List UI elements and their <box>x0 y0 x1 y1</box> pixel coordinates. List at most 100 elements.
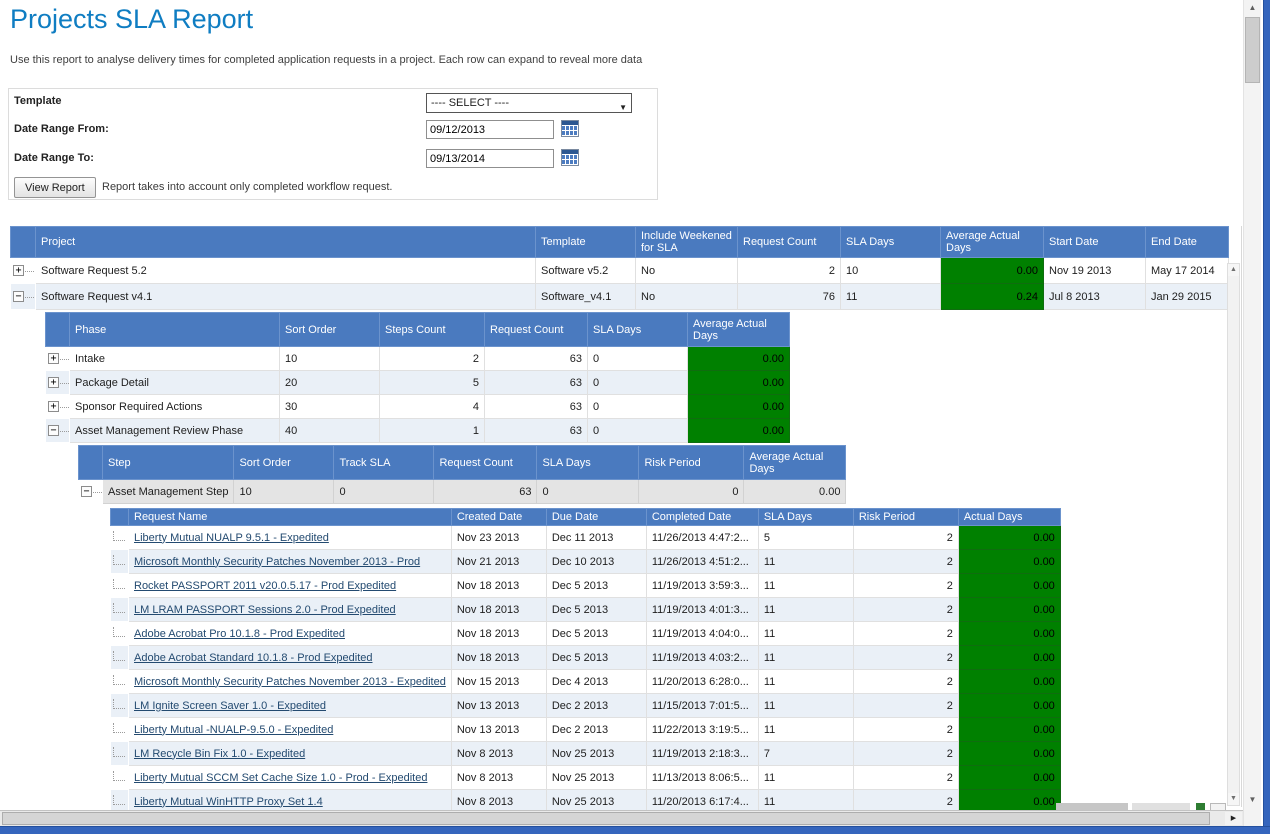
column-header[interactable]: Due Date <box>546 509 646 526</box>
column-header[interactable]: Track SLA <box>334 446 434 480</box>
cell-actual: 0.00 <box>958 622 1060 646</box>
request-link[interactable]: Microsoft Monthly Security Patches Novem… <box>134 556 420 568</box>
expand-cell: − <box>11 284 36 310</box>
column-header[interactable]: Average Actual Days <box>744 446 846 480</box>
column-header[interactable]: Created Date <box>451 509 546 526</box>
project-table: ProjectTemplateInclude Weekened for SLAR… <box>10 226 1229 310</box>
column-header[interactable]: Start Date <box>1044 227 1146 258</box>
date-from-input[interactable] <box>426 120 554 139</box>
cell-actual: 0.00 <box>958 670 1060 694</box>
request-link[interactable]: Liberty Mutual SCCM Set Cache Size 1.0 -… <box>134 772 427 784</box>
scroll-up-icon[interactable]: ▲ <box>1228 264 1239 276</box>
column-header[interactable]: Sort Order <box>280 313 380 347</box>
column-header[interactable]: SLA Days <box>537 446 639 480</box>
collapse-icon[interactable]: − <box>13 291 24 302</box>
cell-sla: 5 <box>758 526 853 550</box>
phase-row: −Asset Management Review Phase4016300.00 <box>46 419 790 443</box>
date-to-input[interactable] <box>426 149 554 168</box>
expand-icon[interactable]: + <box>48 377 59 388</box>
expand-icon[interactable]: + <box>48 353 59 364</box>
column-header[interactable]: SLA Days <box>588 313 688 347</box>
request-link[interactable]: LM Ignite Screen Saver 1.0 - Expedited <box>134 700 326 712</box>
column-header[interactable]: Template <box>536 227 636 258</box>
cell-name: LM LRAM PASSPORT Sessions 2.0 - Prod Exp… <box>129 598 452 622</box>
vertical-scrollbar-thumb[interactable] <box>1245 17 1260 83</box>
scroll-down-icon[interactable]: ▼ <box>1244 792 1261 808</box>
report-note: Report takes into account only completed… <box>102 181 392 193</box>
cell-name: LM Ignite Screen Saver 1.0 - Expedited <box>129 694 452 718</box>
date-from-calendar-button[interactable] <box>561 120 579 137</box>
request-link[interactable]: Adobe Acrobat Standard 10.1.8 - Prod Exp… <box>134 652 373 664</box>
cell-sort: 30 <box>280 395 380 419</box>
scroll-down-icon[interactable]: ▼ <box>1228 793 1239 805</box>
cell-name: Liberty Mutual -NUALP-9.5.0 - Expedited <box>129 718 452 742</box>
column-header[interactable]: SLA Days <box>758 509 853 526</box>
expand-cell <box>111 718 129 742</box>
view-report-button[interactable]: View Report <box>14 177 96 198</box>
column-header[interactable]: Request Count <box>485 313 588 347</box>
expand-icon[interactable]: + <box>13 265 24 276</box>
cell-sla_days: 11 <box>841 284 941 310</box>
date-to-calendar-button[interactable] <box>561 149 579 166</box>
horizontal-scrollbar[interactable]: ▶ <box>0 810 1243 826</box>
column-header[interactable]: Include Weekened for SLA <box>636 227 738 258</box>
cell-weekend: No <box>636 284 738 310</box>
request-link[interactable]: LM LRAM PASSPORT Sessions 2.0 - Prod Exp… <box>134 604 396 616</box>
cell-risk: 2 <box>853 574 958 598</box>
request-link[interactable]: Liberty Mutual NUALP 9.5.1 - Expedited <box>134 532 329 544</box>
cell-steps: 4 <box>380 395 485 419</box>
request-link[interactable]: Microsoft Monthly Security Patches Novem… <box>134 676 446 688</box>
column-header[interactable]: Average Actual Days <box>688 313 790 347</box>
scroll-right-icon[interactable]: ▶ <box>1225 812 1242 825</box>
cell-avg: 0.00 <box>688 371 790 395</box>
cell-sla: 0 <box>588 395 688 419</box>
request-link[interactable]: Rocket PASSPORT 2011 v20.0.5.17 - Prod E… <box>134 580 396 592</box>
project-row: +Software Request 5.2Software v5.2No2100… <box>11 258 1229 284</box>
column-header[interactable]: Sort Order <box>234 446 334 480</box>
collapse-icon[interactable]: − <box>48 425 59 436</box>
expand-cell <box>111 526 129 550</box>
request-link[interactable]: LM Recycle Bin Fix 1.0 - Expedited <box>134 748 305 760</box>
column-header[interactable]: Request Count <box>434 446 537 480</box>
cell-steps: 2 <box>380 347 485 371</box>
expand-cell <box>111 742 129 766</box>
scroll-up-icon[interactable]: ▲ <box>1244 0 1261 16</box>
leaf-node-icon <box>113 699 125 709</box>
step-level: StepSort OrderTrack SLARequest CountSLA … <box>78 445 1241 814</box>
cell-requests: 63 <box>485 419 588 443</box>
leaf-node-icon <box>113 795 125 805</box>
page-vertical-scrollbar[interactable]: ▲ ▼ <box>1243 0 1261 826</box>
column-header[interactable]: SLA Days <box>841 227 941 258</box>
cell-request_count: 2 <box>738 258 841 284</box>
template-select[interactable]: ---- SELECT ---- ▼ <box>426 93 632 113</box>
cell-end: May 17 2014 <box>1146 258 1229 284</box>
request-link[interactable]: Adobe Acrobat Pro 10.1.8 - Prod Expedite… <box>134 628 345 640</box>
request-link[interactable]: Liberty Mutual -NUALP-9.5.0 - Expedited <box>134 724 333 736</box>
column-header[interactable]: Completed Date <box>646 509 758 526</box>
column-header[interactable]: Request Count <box>738 227 841 258</box>
cell-due: Dec 5 2013 <box>546 622 646 646</box>
column-header[interactable]: Actual Days <box>958 509 1060 526</box>
column-header[interactable]: Phase <box>70 313 280 347</box>
collapse-icon[interactable]: − <box>81 486 92 497</box>
column-header[interactable]: Risk Period <box>639 446 744 480</box>
column-header[interactable]: Step <box>103 446 234 480</box>
column-header[interactable]: Steps Count <box>380 313 485 347</box>
cell-due: Nov 25 2013 <box>546 742 646 766</box>
cell-request_count: 76 <box>738 284 841 310</box>
cell-name: LM Recycle Bin Fix 1.0 - Expedited <box>129 742 452 766</box>
column-header[interactable]: Average Actual Days <box>941 227 1044 258</box>
cell-end: Jan 29 2015 <box>1146 284 1229 310</box>
column-header[interactable]: End Date <box>1146 227 1229 258</box>
cell-sla: 11 <box>758 718 853 742</box>
request-link[interactable]: Liberty Mutual WinHTTP Proxy Set 1.4 <box>134 796 323 808</box>
window-border-right <box>1263 0 1270 834</box>
cell-name: Microsoft Monthly Security Patches Novem… <box>129 550 452 574</box>
column-header[interactable]: Request Name <box>129 509 452 526</box>
cell-completed: 11/19/2013 4:04:0... <box>646 622 758 646</box>
grid-vertical-scrollbar[interactable]: ▲ ▼ <box>1227 263 1240 806</box>
expand-icon[interactable]: + <box>48 401 59 412</box>
horizontal-scrollbar-thumb[interactable] <box>2 812 1210 825</box>
column-header[interactable]: Project <box>36 227 536 258</box>
column-header[interactable]: Risk Period <box>853 509 958 526</box>
